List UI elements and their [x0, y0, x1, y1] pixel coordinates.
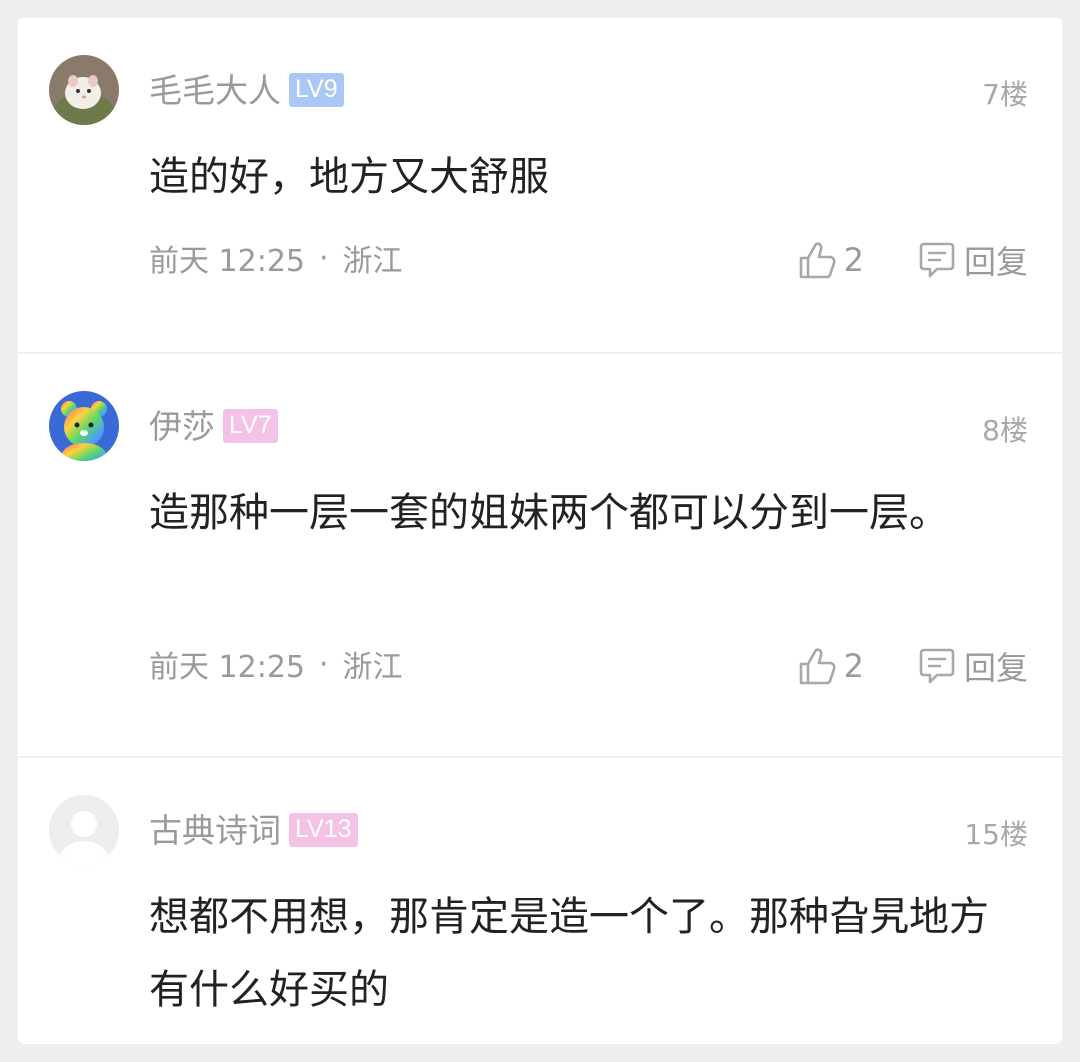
default-avatar-icon[interactable]	[49, 795, 119, 865]
username[interactable]: 古典诗词	[149, 814, 281, 847]
comment-time: 前天 12:25	[149, 650, 305, 685]
comment-text[interactable]: 造的好，地方又大舒服	[149, 141, 989, 214]
reply-label: 回复	[963, 243, 1028, 281]
reply-label: 回复	[963, 649, 1028, 687]
comment-location: 浙江	[342, 244, 403, 279]
comment-actions: 2 回复	[798, 237, 1028, 283]
comment-item: 毛毛大人 LV9 7楼 造的好，地方又大舒服 前天 12:25 · 浙江 2 回…	[18, 18, 1062, 354]
floor-number: 15楼	[964, 818, 1028, 851]
floor-number: 8楼	[982, 414, 1028, 447]
separator-dot: ·	[319, 646, 329, 682]
separator-dot: ·	[319, 240, 329, 276]
comment-item: 古典诗词 LV13 15楼 想都不用想，那肯定是造一个了。那种旮旯地方有什么好买…	[18, 758, 1062, 1044]
comment-list: 毛毛大人 LV9 7楼 造的好，地方又大舒服 前天 12:25 · 浙江 2 回…	[18, 18, 1062, 1044]
reply-button[interactable]: 回复	[918, 237, 1028, 283]
comment-text[interactable]: 造那种一层一套的姐妹两个都可以分到一层。	[149, 477, 989, 550]
user-info: 毛毛大人 LV9	[149, 65, 344, 115]
like-button[interactable]: 2	[798, 646, 864, 686]
comment-actions: 2 回复	[798, 643, 1028, 689]
like-button[interactable]: 2	[798, 240, 864, 280]
hamster-avatar-icon[interactable]	[49, 55, 119, 125]
floor-number: 7楼	[982, 78, 1028, 111]
user-info: 古典诗词 LV13	[149, 805, 358, 855]
comment-meta: 前天 12:25 · 浙江	[149, 236, 403, 280]
comment-bubble-icon	[919, 242, 955, 278]
thumbs-up-icon	[799, 242, 836, 279]
level-badge: LV9	[289, 73, 344, 107]
like-count: 2	[843, 241, 864, 279]
user-info: 伊莎 LV7	[149, 401, 278, 451]
comment-meta: 前天 12:25 · 浙江	[149, 642, 403, 686]
comment-bubble-icon	[919, 648, 955, 684]
level-badge: LV7	[223, 409, 278, 443]
rainbow-bear-avatar-icon[interactable]	[49, 391, 119, 461]
level-badge: LV13	[289, 813, 358, 847]
comment-location: 浙江	[342, 650, 403, 685]
username[interactable]: 伊莎	[149, 410, 215, 443]
comment-item: 伊莎 LV7 8楼 造那种一层一套的姐妹两个都可以分到一层。 前天 12:25 …	[18, 354, 1062, 758]
like-count: 2	[843, 647, 864, 685]
username[interactable]: 毛毛大人	[149, 74, 281, 107]
comment-text[interactable]: 想都不用想，那肯定是造一个了。那种旮旯地方有什么好买的	[149, 881, 989, 1027]
reply-button[interactable]: 回复	[918, 643, 1028, 689]
comment-time: 前天 12:25	[149, 244, 305, 279]
thumbs-up-icon	[799, 648, 836, 685]
